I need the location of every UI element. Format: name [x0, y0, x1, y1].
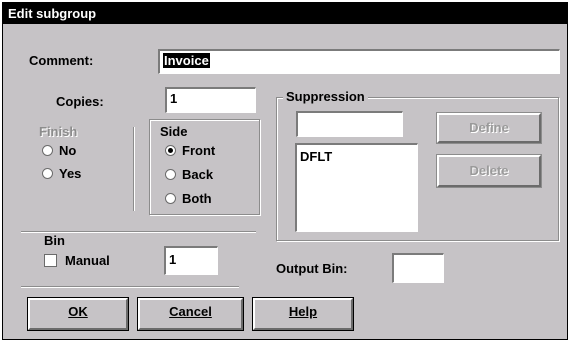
ok-label: OK: [68, 304, 88, 319]
help-label: Help: [288, 304, 318, 319]
suppression-input[interactable]: [296, 111, 403, 137]
delete-button[interactable]: Delete: [436, 154, 542, 188]
finish-side-divider: [133, 127, 135, 211]
help-button[interactable]: Help: [252, 297, 354, 331]
output-bin-label: Output Bin:: [276, 261, 348, 276]
cancel-button[interactable]: Cancel: [137, 297, 244, 331]
suppression-list-item[interactable]: DFLT: [300, 148, 417, 166]
define-button[interactable]: Define: [436, 112, 542, 144]
copies-input[interactable]: 1: [165, 87, 256, 113]
side-back-label: Back: [182, 167, 214, 182]
finish-yes-label: Yes: [59, 166, 82, 181]
checkbox-icon: [44, 254, 57, 267]
copies-label: Copies:: [56, 94, 104, 109]
comment-label: Comment:: [29, 53, 94, 68]
comment-input[interactable]: Invoice: [158, 49, 560, 74]
comment-value: Invoice: [163, 53, 210, 68]
side-both-label: Both: [182, 191, 212, 206]
side-back-radio[interactable]: Back: [165, 167, 213, 182]
manual-checkbox[interactable]: Manual: [44, 253, 110, 268]
radio-circle-icon: [165, 169, 176, 180]
side-front-label: Front: [182, 143, 216, 158]
output-bin-input[interactable]: [392, 253, 444, 283]
ok-button[interactable]: OK: [27, 297, 129, 331]
suppression-list[interactable]: DFLT: [295, 143, 418, 232]
bin-input[interactable]: 1: [164, 246, 218, 275]
radio-circle-icon: [165, 193, 176, 204]
buttons-separator: [21, 286, 239, 288]
radio-selected-icon: [165, 145, 176, 156]
radio-circle-icon: [42, 168, 53, 179]
side-front-radio[interactable]: Front: [165, 143, 215, 158]
cancel-label: Cancel: [169, 304, 212, 319]
manual-label: Manual: [65, 253, 110, 268]
finish-no-label: No: [59, 143, 77, 158]
side-label: Side: [160, 124, 188, 139]
finish-yes-radio[interactable]: Yes: [42, 166, 81, 181]
side-both-radio[interactable]: Both: [165, 191, 212, 206]
edit-subgroup-dialog: Edit subgroup Comment: Invoice Copies: 1…: [2, 2, 568, 340]
finish-label: Finish: [39, 124, 78, 139]
radio-circle-icon: [42, 145, 53, 156]
suppression-label: Suppression: [283, 89, 368, 105]
bin-label: Bin: [44, 233, 65, 248]
dialog-title: Edit subgroup: [3, 3, 567, 24]
finish-no-radio[interactable]: No: [42, 143, 76, 158]
